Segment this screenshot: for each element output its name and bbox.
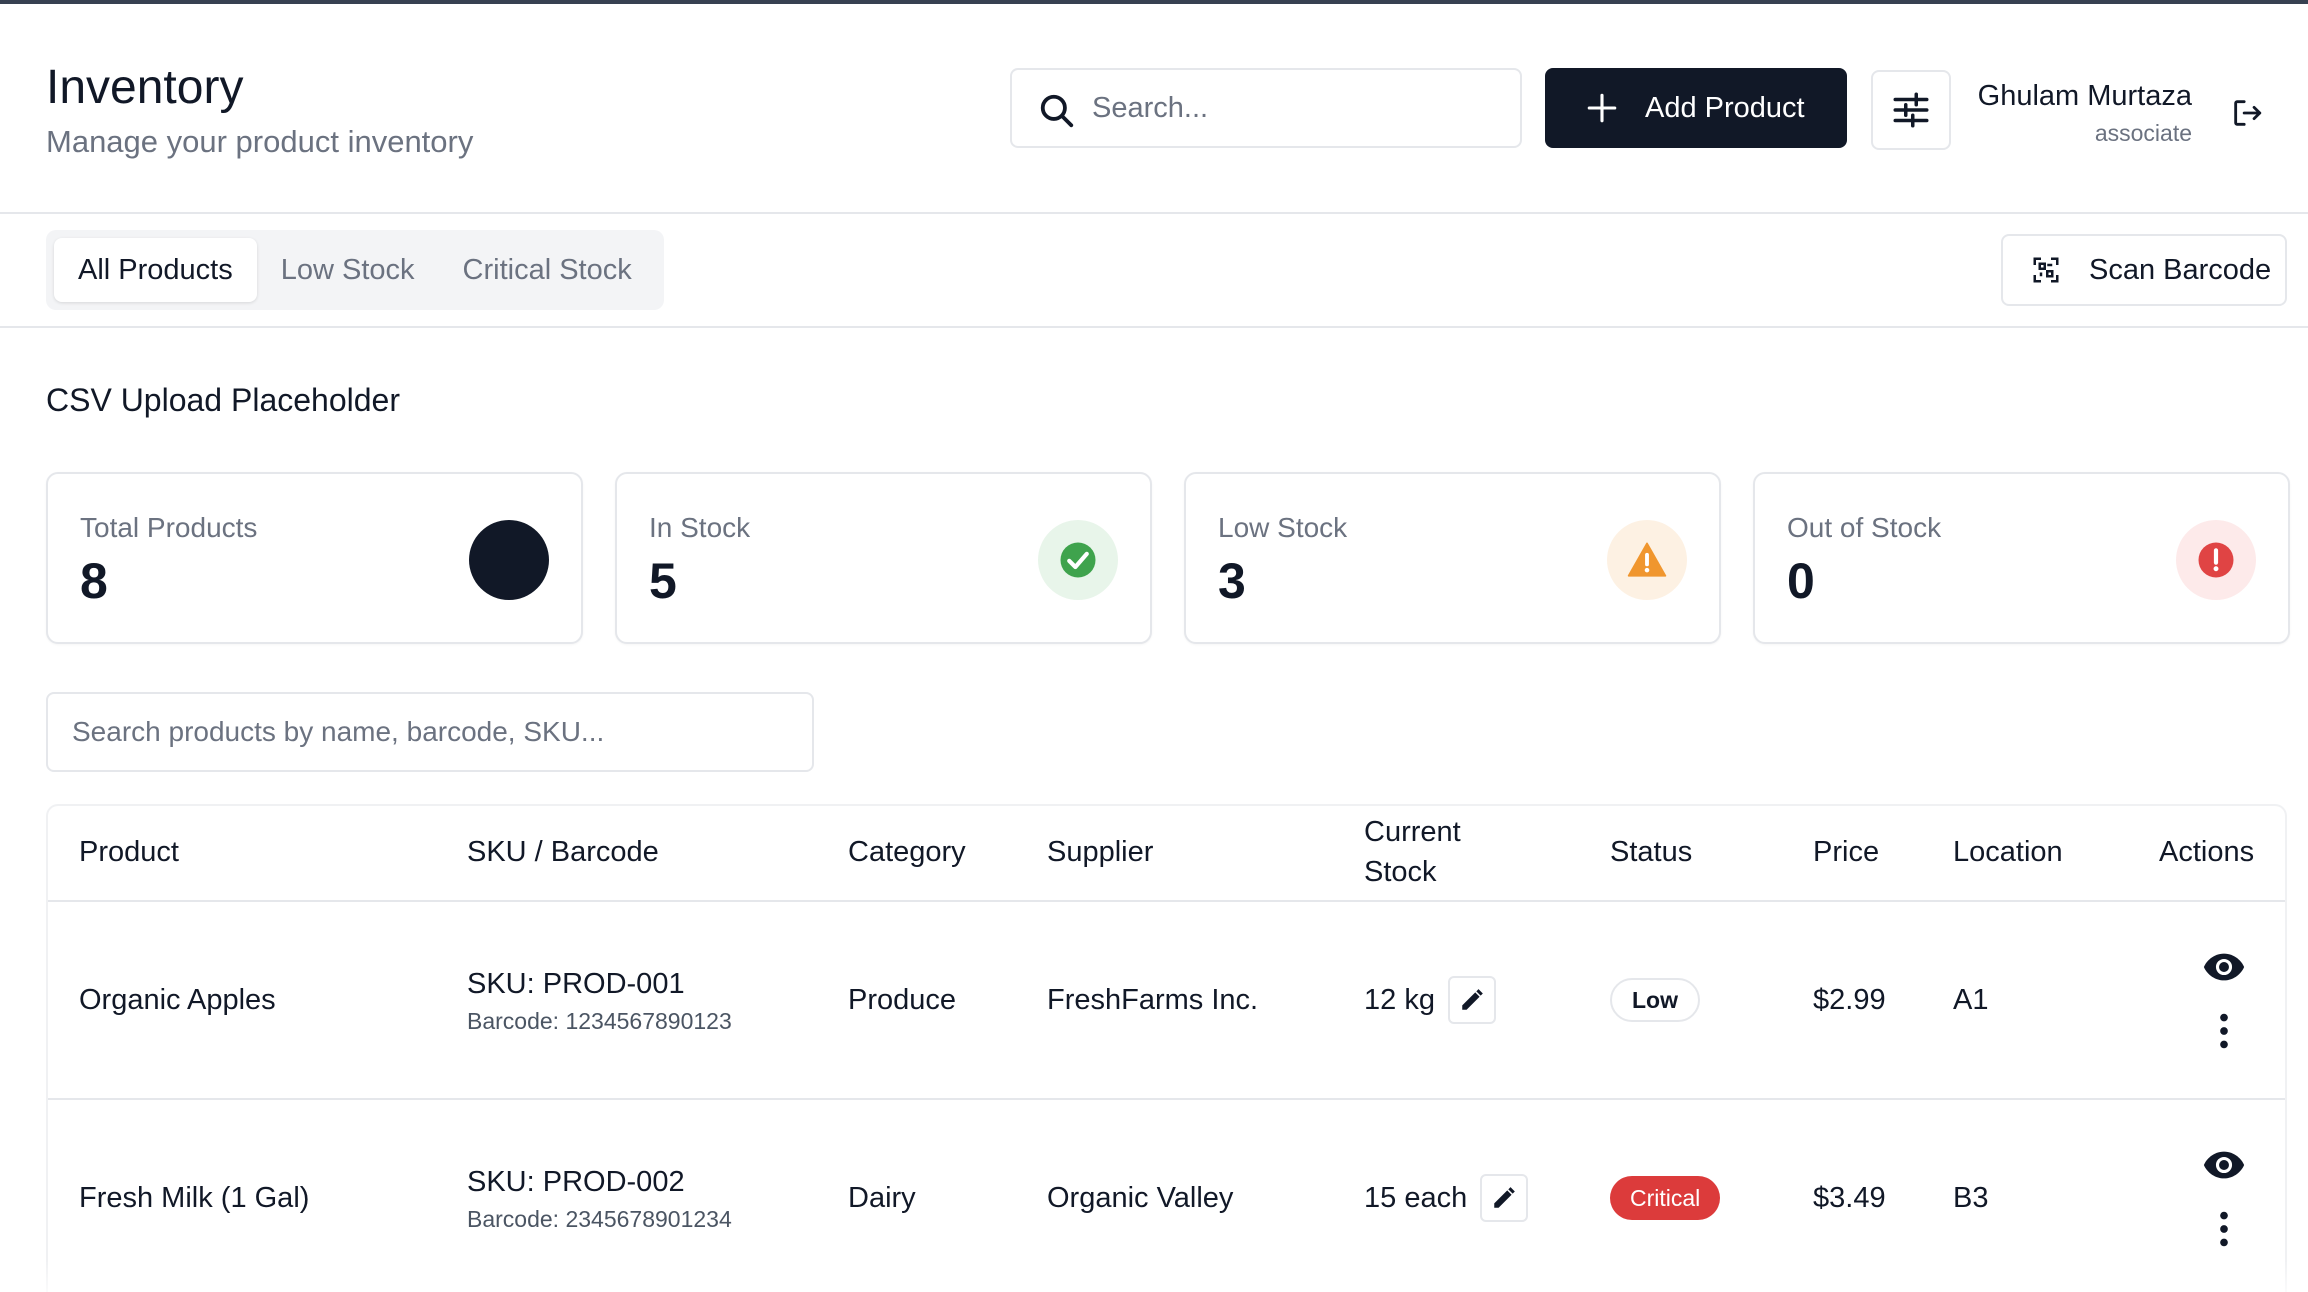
page-title: Inventory xyxy=(46,61,244,114)
stat-label: Out of Stock xyxy=(1787,512,1942,543)
status-badge: Low xyxy=(1610,978,1700,1022)
stat-card-low-stock: Low Stock 3 xyxy=(1184,472,1721,644)
table-row: Fresh Milk (1 Gal) SKU: PROD-002 Barcode… xyxy=(48,1100,2285,1292)
product-stock: 12 kg xyxy=(1364,984,1435,1016)
check-circle-icon xyxy=(1038,520,1118,600)
add-product-label: Add Product xyxy=(1645,91,1805,124)
product-filter-input[interactable] xyxy=(46,692,814,772)
product-name: Organic Apples xyxy=(79,984,276,1016)
tab-critical-stock[interactable]: Critical Stock xyxy=(439,238,656,302)
filter-settings-button[interactable] xyxy=(1871,70,1951,150)
product-price: $3.49 xyxy=(1813,1182,1886,1214)
tab-bar: All Products Low Stock Critical Stock Sc… xyxy=(0,214,2308,328)
edit-stock-button[interactable] xyxy=(1448,976,1496,1024)
pencil-icon xyxy=(1494,1187,1515,1208)
alert-circle-icon xyxy=(2176,520,2256,600)
tab-low-stock[interactable]: Low Stock xyxy=(257,238,439,302)
eye-icon[interactable] xyxy=(2201,1142,2247,1188)
product-category: Produce xyxy=(848,984,957,1016)
col-current-stock-line2: Stock xyxy=(1364,856,1437,888)
col-product: Product xyxy=(79,836,179,868)
stat-label: Low Stock xyxy=(1218,512,1348,543)
user-name: Ghulam Murtaza xyxy=(1977,80,2192,112)
stat-value: 0 xyxy=(1787,553,1815,609)
pencil-icon xyxy=(1462,989,1483,1010)
col-location: Location xyxy=(1953,836,2063,868)
products-table: Product SKU / Barcode Category Supplier … xyxy=(46,804,2287,1292)
product-barcode: Barcode: 2345678901234 xyxy=(467,1206,732,1232)
stat-label: Total Products xyxy=(80,512,258,543)
plus-icon xyxy=(1587,93,1617,123)
search-input[interactable] xyxy=(1092,80,1502,136)
stat-value: 3 xyxy=(1218,553,1246,609)
barcode-scan-icon xyxy=(2033,257,2059,283)
product-sku: SKU: PROD-001 xyxy=(467,968,685,1000)
page-header: Inventory Manage your product inventory … xyxy=(0,4,2308,214)
col-current-stock-line1: Current xyxy=(1364,816,1461,848)
status-badge: Critical xyxy=(1610,1176,1721,1220)
table-row: Organic Apples SKU: PROD-001 Barcode: 12… xyxy=(48,902,2285,1100)
col-sku-barcode: SKU / Barcode xyxy=(467,836,659,868)
dark-circle-icon xyxy=(469,520,549,600)
edit-stock-button[interactable] xyxy=(1480,1174,1528,1222)
table-header: Product SKU / Barcode Category Supplier … xyxy=(48,806,2285,902)
more-actions-icon[interactable] xyxy=(2201,1008,2247,1054)
product-sku: SKU: PROD-002 xyxy=(467,1166,685,1198)
stat-card-in-stock: In Stock 5 xyxy=(615,472,1152,644)
product-supplier: FreshFarms Inc. xyxy=(1047,984,1259,1016)
user-role: associate xyxy=(2094,120,2192,146)
product-name: Fresh Milk (1 Gal) xyxy=(79,1182,310,1214)
col-price: Price xyxy=(1813,836,1880,868)
stock-tabs: All Products Low Stock Critical Stock xyxy=(46,230,664,310)
stat-value: 8 xyxy=(80,553,108,609)
more-actions-icon[interactable] xyxy=(2201,1206,2247,1252)
product-category: Dairy xyxy=(848,1182,916,1214)
page-subtitle: Manage your product inventory xyxy=(46,124,474,159)
add-product-button[interactable]: Add Product xyxy=(1545,68,1847,148)
col-category: Category xyxy=(848,836,966,868)
product-price: $2.99 xyxy=(1813,984,1886,1016)
search-icon xyxy=(1040,94,1074,128)
stat-card-total-products: Total Products 8 xyxy=(46,472,583,644)
col-status: Status xyxy=(1610,836,1693,868)
product-location: B3 xyxy=(1953,1182,1989,1214)
scan-barcode-label: Scan Barcode xyxy=(2089,253,2272,286)
sliders-icon xyxy=(1893,92,1929,128)
csv-upload-placeholder: CSV Upload Placeholder xyxy=(46,382,400,418)
product-barcode: Barcode: 1234567890123 xyxy=(467,1008,732,1034)
product-supplier: Organic Valley xyxy=(1047,1182,1234,1214)
col-supplier: Supplier xyxy=(1047,836,1154,868)
col-actions: Actions xyxy=(2159,836,2255,868)
scan-barcode-button[interactable]: Scan Barcode xyxy=(2001,234,2287,306)
logout-icon[interactable] xyxy=(2230,96,2264,130)
product-stock: 15 each xyxy=(1364,1182,1468,1214)
stat-label: In Stock xyxy=(649,512,751,543)
eye-icon[interactable] xyxy=(2201,944,2247,990)
tab-all-products[interactable]: All Products xyxy=(54,238,257,302)
warning-triangle-icon xyxy=(1607,520,1687,600)
stat-value: 5 xyxy=(649,553,677,609)
stat-card-out-of-stock: Out of Stock 0 xyxy=(1753,472,2290,644)
global-search[interactable] xyxy=(1010,68,1522,148)
product-location: A1 xyxy=(1953,984,1989,1016)
